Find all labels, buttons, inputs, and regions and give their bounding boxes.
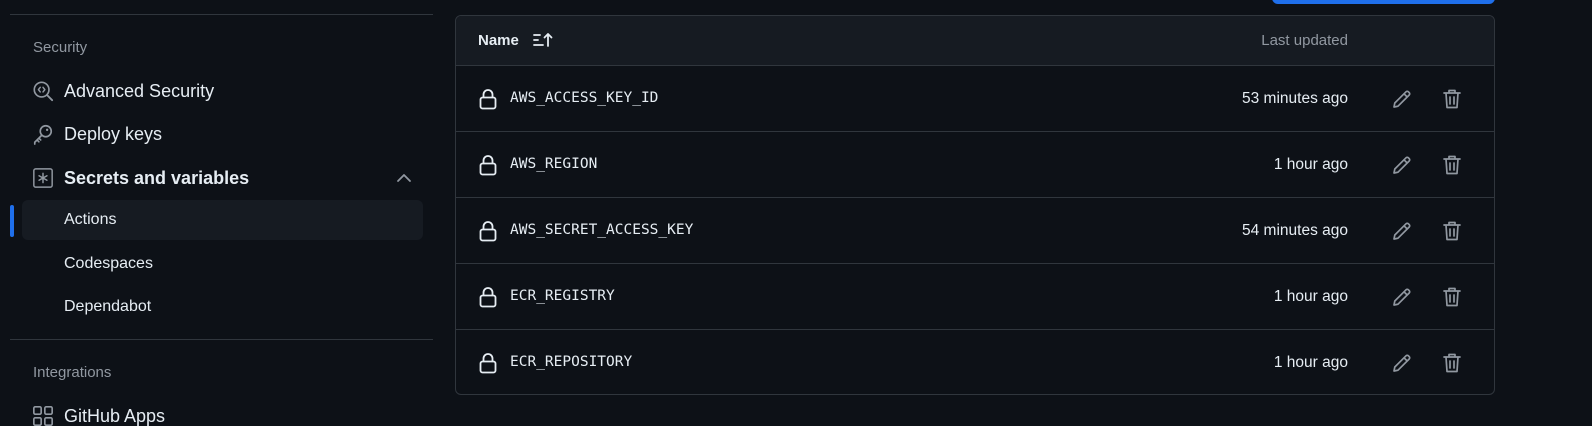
pencil-icon[interactable] (1390, 351, 1414, 375)
secret-name: ECR_REPOSITORY (510, 354, 633, 370)
trash-icon[interactable] (1440, 219, 1464, 243)
table-header: Name Last updated (456, 16, 1494, 66)
secret-name: AWS_REGION (510, 156, 598, 172)
key-icon (33, 124, 53, 145)
apps-icon (33, 406, 53, 426)
sidebar-item-advanced-security[interactable]: Advanced Security (22, 71, 423, 111)
sidebar-item-label: Advanced Security (64, 80, 215, 101)
chevron-up-icon[interactable] (395, 169, 413, 187)
sidebar-subitem-codespaces[interactable]: Codespaces (22, 244, 423, 284)
secret-name: AWS_ACCESS_KEY_ID (510, 90, 659, 106)
table-row: AWS_REGION 1 hour ago (456, 132, 1494, 198)
lock-icon (479, 287, 497, 308)
lock-icon (479, 89, 497, 110)
sidebar-divider (10, 339, 433, 340)
sidebar-subitem-dependabot[interactable]: Dependabot (22, 287, 423, 327)
column-header-last-updated: Last updated (1261, 32, 1348, 49)
table-row: AWS_SECRET_ACCESS_KEY 54 minutes ago (456, 198, 1494, 264)
new-secret-button[interactable] (1272, 0, 1495, 4)
trash-icon[interactable] (1440, 87, 1464, 111)
pencil-icon[interactable] (1390, 87, 1414, 111)
trash-icon[interactable] (1440, 153, 1464, 177)
security-section-title: Security (33, 39, 88, 56)
table-row: AWS_ACCESS_KEY_ID 53 minutes ago (456, 66, 1494, 132)
last-updated: 1 hour ago (1273, 288, 1348, 305)
sidebar-item-github-apps[interactable]: GitHub Apps (22, 396, 423, 426)
asterisk-icon (33, 168, 53, 188)
table-row: ECR_REPOSITORY 1 hour ago (456, 330, 1494, 394)
last-updated: 54 minutes ago (1242, 222, 1348, 239)
table-row: ECR_REGISTRY 1 hour ago (456, 264, 1494, 330)
lock-icon (479, 155, 497, 176)
sidebar-item-deploy-keys[interactable]: Deploy keys (22, 114, 423, 154)
secret-name: AWS_SECRET_ACCESS_KEY (510, 222, 694, 238)
sidebar-item-label: GitHub Apps (64, 405, 166, 426)
column-header-name[interactable]: Name (478, 32, 519, 49)
sidebar-subitem-label: Codespaces (64, 255, 153, 272)
secrets-table: Name Last updated AWS_ACCESS_KEY_ID 53 mi… (455, 15, 1495, 395)
pencil-icon[interactable] (1390, 153, 1414, 177)
sidebar-item-label: Secrets and variables (64, 167, 250, 188)
pencil-icon[interactable] (1390, 285, 1414, 309)
secret-name: ECR_REGISTRY (510, 288, 615, 304)
sidebar-subitem-label: Dependabot (64, 298, 152, 315)
sidebar-item-secrets-and-variables[interactable]: Secrets and variables (22, 158, 423, 198)
last-updated: 53 minutes ago (1242, 90, 1348, 107)
last-updated: 1 hour ago (1273, 354, 1348, 371)
sidebar-subitem-actions[interactable]: Actions (22, 200, 423, 240)
active-indicator (10, 205, 14, 237)
lock-icon (479, 353, 497, 374)
sidebar-subitem-label: Actions (64, 211, 117, 228)
pencil-icon[interactable] (1390, 219, 1414, 243)
sidebar-item-label: Deploy keys (64, 123, 163, 144)
integrations-section-title: Integrations (33, 364, 112, 381)
settings-sidebar: Security Advanced Security Deploy keys S… (0, 0, 440, 426)
codescan-icon (33, 81, 54, 102)
sidebar-divider-top (10, 14, 433, 15)
last-updated: 1 hour ago (1273, 156, 1348, 173)
lock-icon (479, 221, 497, 242)
trash-icon[interactable] (1440, 285, 1464, 309)
sort-ascending-icon[interactable] (532, 31, 554, 49)
trash-icon[interactable] (1440, 351, 1464, 375)
